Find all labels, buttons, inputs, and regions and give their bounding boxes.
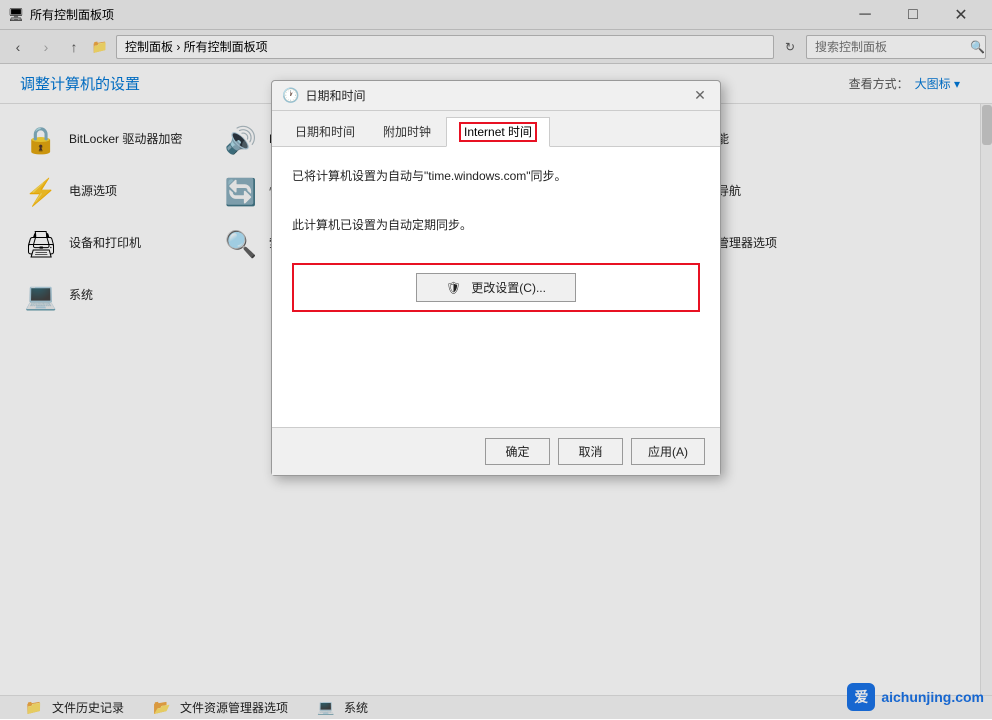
tab-datetime[interactable]: 日期和时间 xyxy=(282,117,368,146)
dialog-sync-status: 此计算机已设置为自动定期同步。 xyxy=(292,216,700,233)
change-settings-button[interactable]: 🛡 更改设置(C)... xyxy=(416,273,576,302)
dialog-datetime: 🕐 日期和时间 ✕ 日期和时间 附加时钟 Internet 时间 已将计算机设置… xyxy=(271,80,721,476)
tab-internet-highlight: Internet 时间 xyxy=(459,122,537,142)
dialog-title-text: 日期和时间 xyxy=(305,87,690,104)
dialog-description: 已将计算机设置为自动与"time.windows.com"同步。 xyxy=(292,167,700,186)
dialog-close-button[interactable]: ✕ xyxy=(690,86,710,106)
shield-icon: 🛡 xyxy=(446,281,461,295)
dialog-body: 已将计算机设置为自动与"time.windows.com"同步。 此计算机已设置… xyxy=(272,147,720,427)
apply-button[interactable]: 应用(A) xyxy=(631,438,705,465)
dialog-tabs: 日期和时间 附加时钟 Internet 时间 xyxy=(272,111,720,147)
dialog-overlay: 🕐 日期和时间 ✕ 日期和时间 附加时钟 Internet 时间 已将计算机设置… xyxy=(0,0,992,719)
tab-internet-time[interactable]: Internet 时间 xyxy=(446,117,550,147)
ok-button[interactable]: 确定 xyxy=(485,438,550,465)
dialog-title-bar: 🕐 日期和时间 ✕ xyxy=(272,81,720,111)
tab-addtimezone[interactable]: 附加时钟 xyxy=(370,117,444,146)
cancel-button[interactable]: 取消 xyxy=(558,438,623,465)
dialog-footer: 确定 取消 应用(A) xyxy=(272,427,720,475)
dialog-title-icon: 🕐 xyxy=(282,87,299,104)
dialog-action-area: 🛡 更改设置(C)... xyxy=(292,263,700,312)
